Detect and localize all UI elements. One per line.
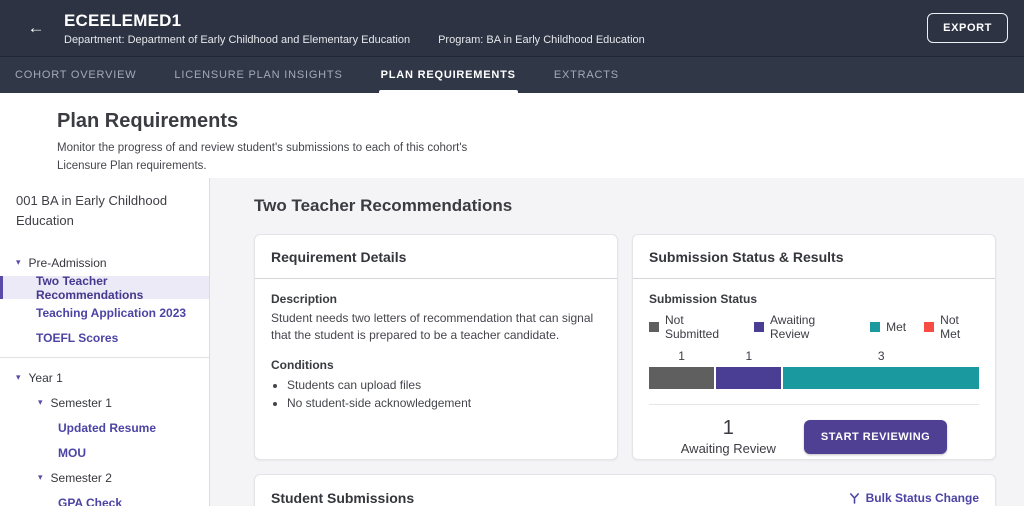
card-title: Student Submissions (271, 490, 415, 506)
bar-segment-not-submitted[interactable] (649, 367, 715, 389)
legend-label: Awaiting Review (770, 313, 816, 341)
export-button[interactable]: EXPORT (927, 13, 1008, 43)
cohort-title-block: ECEELEMED1 Department: Department of Ear… (64, 11, 927, 46)
submission-status-body: Submission Status Not Submitted Awaiting… (633, 279, 995, 469)
tree-item-label: MOU (58, 445, 86, 460)
department-label: Department: Department of Early Childhoo… (64, 33, 411, 46)
page-subtitle: Monitor the progress of and review stude… (57, 142, 468, 172)
caret-down-icon: ▾ (16, 257, 21, 268)
tree-separator (0, 357, 209, 359)
main-content: Two Teacher Recommendations Requirement … (210, 178, 1024, 506)
submission-status-bar (649, 367, 979, 389)
cohort-meta: Department: Department of Early Childhoo… (64, 34, 927, 46)
legend-label: Not Met (940, 313, 961, 341)
tree-item-label: Teaching Application 2023 (36, 305, 187, 320)
conditions-list: Students can upload files No student-sid… (287, 376, 601, 413)
requirement-title: Two Teacher Recommendations (254, 196, 513, 215)
tab-plan-requirements[interactable]: PLAN REQUIREMENTS (378, 57, 519, 93)
card-divider (649, 404, 979, 405)
tree-item-toefl-scores[interactable]: TOEFL Scores (0, 326, 209, 349)
cohort-title: ECEELEMED1 (64, 10, 182, 30)
program-label: Program: BA in Early Childhood Education (438, 33, 645, 46)
tree-item-mou[interactable]: MOU (0, 441, 209, 464)
tree-group-label: Pre-Admission (28, 255, 107, 270)
legend-label: Not Submitted (665, 313, 720, 341)
tree-group-label: Year 1 (28, 370, 63, 385)
bar-segment-awaiting-review[interactable] (716, 367, 782, 389)
tab-cohort-overview[interactable]: COHORT OVERVIEW (13, 57, 138, 93)
tree-group-label: Semester 1 (50, 395, 112, 410)
requirements-tree: ▾ Pre-Admission Two Teacher Recommendati… (0, 251, 209, 506)
tree-group-year-1[interactable]: ▾ Year 1 (0, 366, 209, 389)
top-header: ← ECEELEMED1 Department: Department of E… (0, 0, 1024, 56)
description-text: Student needs two letters of recommendat… (271, 311, 594, 343)
legend-swatch (924, 322, 935, 332)
tree-item-label: GPA Check (58, 495, 123, 506)
branch-y-icon (849, 492, 860, 504)
requirement-details-body: Description Student needs two letters of… (255, 279, 617, 426)
card-title: Requirement Details (255, 235, 617, 279)
tab-licensure-plan-insights[interactable]: LICENSURE PLAN INSIGHTS (172, 57, 344, 93)
legend-swatch (649, 322, 659, 332)
description-label: Description (271, 292, 338, 306)
tree-group-semester-2[interactable]: ▾ Semester 2 (0, 466, 209, 489)
conditions-label: Conditions (271, 357, 334, 372)
tree-item-label: TOEFL Scores (36, 330, 119, 345)
bulk-status-change-label: Bulk Status Change (865, 491, 979, 505)
awaiting-count: 1 (722, 417, 734, 439)
tree-item-gpa-check[interactable]: GPA Check (0, 491, 209, 506)
legend-item-awaiting-review: Awaiting Review (754, 313, 852, 341)
caret-down-icon: ▾ (16, 372, 21, 383)
status-legend: Not Submitted Awaiting Review Met Not Me… (649, 313, 979, 341)
awaiting-summary: 1 Awaiting Review (681, 417, 776, 456)
legend-swatch (870, 322, 881, 332)
tree-item-label: Updated Resume (58, 420, 157, 435)
legend-label: Met (886, 320, 907, 334)
back-arrow-icon[interactable]: ← (20, 12, 52, 44)
bar-counts: 1 1 3 (649, 349, 979, 363)
plan-title: 001 BA in Early Childhood Education (16, 193, 168, 229)
app-window: ← ECEELEMED1 Department: Department of E… (0, 0, 1024, 506)
tree-item-teaching-application-2023[interactable]: Teaching Application 2023 (0, 301, 209, 324)
tab-extracts[interactable]: EXTRACTS (552, 57, 621, 93)
legend-item-not-met: Not Met (924, 313, 979, 341)
requirement-details-card: Requirement Details Description Student … (254, 234, 618, 460)
review-row: 1 Awaiting Review START REVIEWING (649, 417, 979, 456)
requirements-sidebar: 001 BA in Early Childhood Education ▾ Pr… (0, 178, 210, 506)
segment-count-awaiting-review: 1 (745, 349, 753, 363)
student-submissions-card: Student Submissions Bulk Status Change (254, 474, 996, 506)
submission-status-label: Submission Status (649, 292, 758, 306)
bar-segment-met[interactable] (783, 367, 979, 389)
awaiting-label: Awaiting Review (680, 441, 776, 456)
tree-item-updated-resume[interactable]: Updated Resume (0, 416, 209, 439)
legend-item-met: Met (870, 313, 906, 341)
start-reviewing-button[interactable]: START REVIEWING (803, 419, 948, 454)
tree-group-semester-1[interactable]: ▾ Semester 1 (0, 391, 209, 414)
cards-row: Requirement Details Description Student … (254, 234, 996, 460)
submission-status-card: Submission Status & Results Submission S… (632, 234, 996, 460)
segment-count-not-submitted: 1 (678, 349, 685, 363)
tab-bar: COHORT OVERVIEW LICENSURE PLAN INSIGHTS … (0, 56, 1024, 93)
tree-item-two-teacher-recommendations[interactable]: Two Teacher Recommendations (0, 273, 209, 302)
legend-swatch (754, 322, 764, 332)
caret-down-icon: ▾ (38, 472, 43, 483)
bulk-status-change-link[interactable]: Bulk Status Change (849, 491, 979, 505)
tree-group-label: Semester 2 (50, 470, 112, 485)
caret-down-icon: ▾ (38, 397, 43, 408)
tree-group-pre-admission[interactable]: ▾ Pre-Admission (0, 251, 209, 274)
segment-count-met: 3 (877, 349, 885, 363)
condition-item: Students can upload files (287, 376, 601, 395)
legend-item-not-submitted: Not Submitted (649, 313, 736, 341)
student-submissions-header: Student Submissions Bulk Status Change (255, 475, 995, 506)
body: 001 BA in Early Childhood Education ▾ Pr… (0, 178, 1024, 506)
condition-item: No student-side acknowledgement (287, 394, 601, 413)
card-title: Submission Status & Results (633, 235, 995, 279)
page-title: Plan Requirements (57, 110, 239, 132)
tree-item-label: Two Teacher Recommendations (36, 273, 144, 302)
